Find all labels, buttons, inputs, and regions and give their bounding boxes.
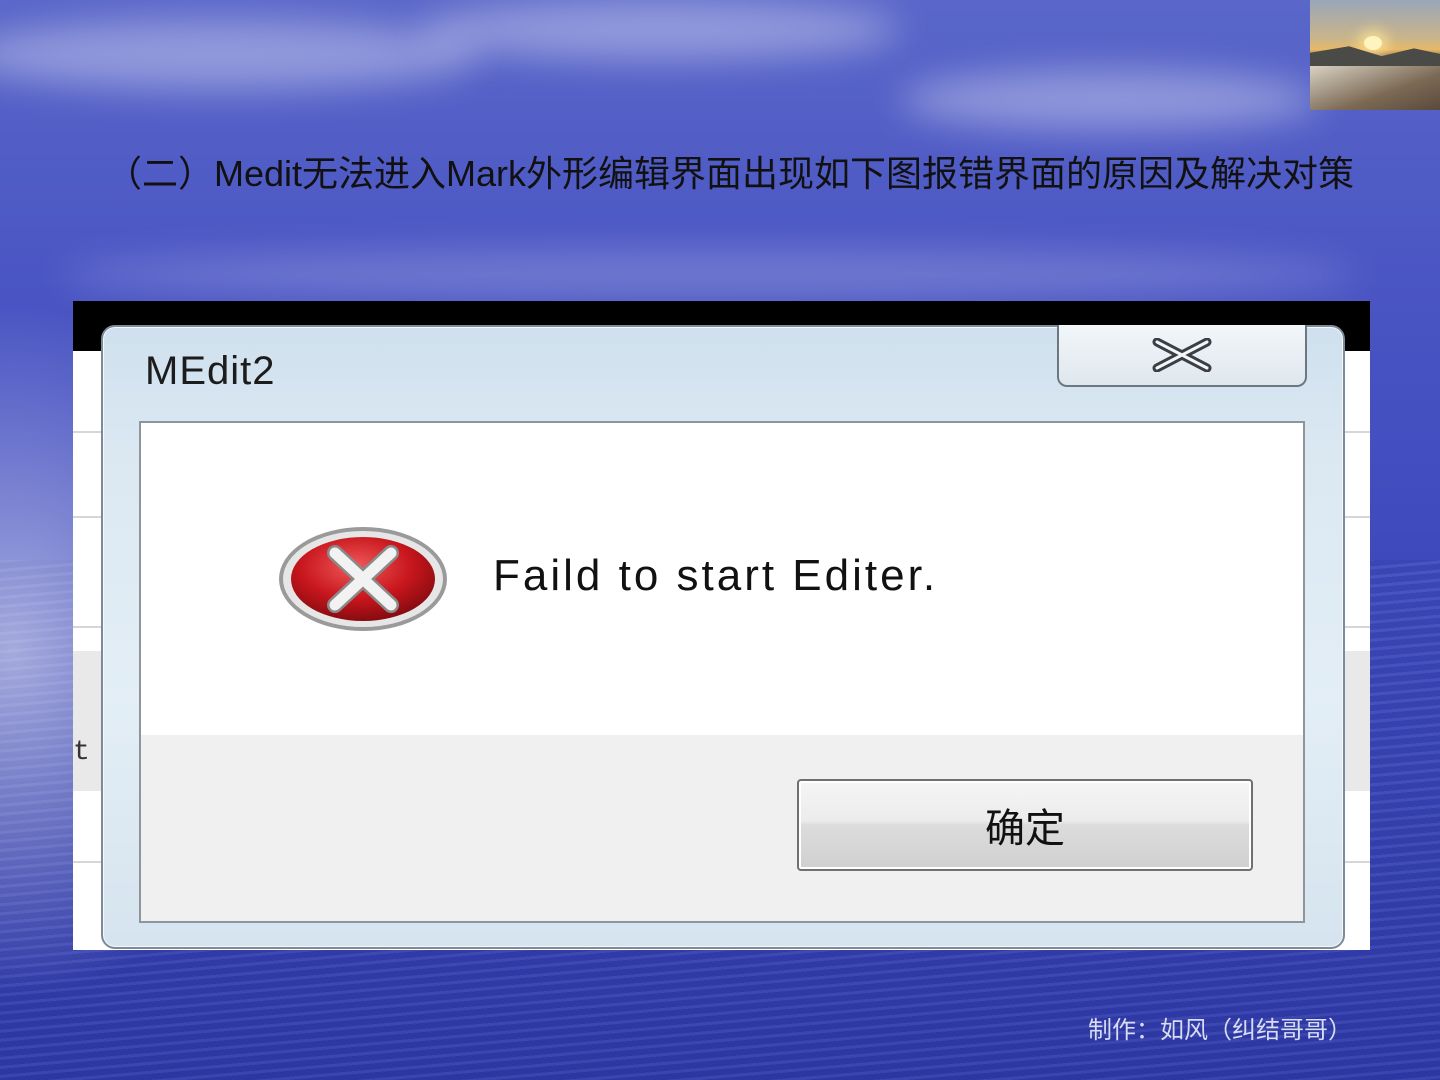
dialog-content: Faild to start Editer. 确定	[139, 421, 1305, 923]
error-dialog: MEdit2 Faild to start Editer. 确定	[101, 325, 1345, 949]
slide-title: （二）Medit无法进入Mark外形编辑界面出现如下图报错界面的原因及解决对策	[105, 153, 1355, 194]
sky-cloud	[900, 70, 1320, 130]
error-x-icon	[279, 527, 447, 631]
message-area: Faild to start Editer.	[141, 423, 1303, 735]
error-message: Faild to start Editer.	[493, 551, 939, 600]
background-text: t	[73, 737, 90, 768]
slide-footer: 制作：如风（纠结哥哥）	[1088, 1016, 1352, 1044]
sky-cloud	[0, 20, 480, 90]
close-icon	[1152, 338, 1212, 372]
sun	[1364, 36, 1382, 50]
error-screenshot: t MEdit2 Faild to start Editer. 确定	[73, 301, 1370, 950]
sky-cloud	[60, 250, 1360, 300]
sky-cloud	[420, 0, 900, 60]
close-button[interactable]	[1057, 325, 1307, 387]
shore	[1310, 66, 1440, 110]
ok-button[interactable]: 确定	[797, 779, 1253, 871]
dialog-title: MEdit2	[145, 349, 276, 393]
sunset-photo	[1310, 0, 1440, 110]
